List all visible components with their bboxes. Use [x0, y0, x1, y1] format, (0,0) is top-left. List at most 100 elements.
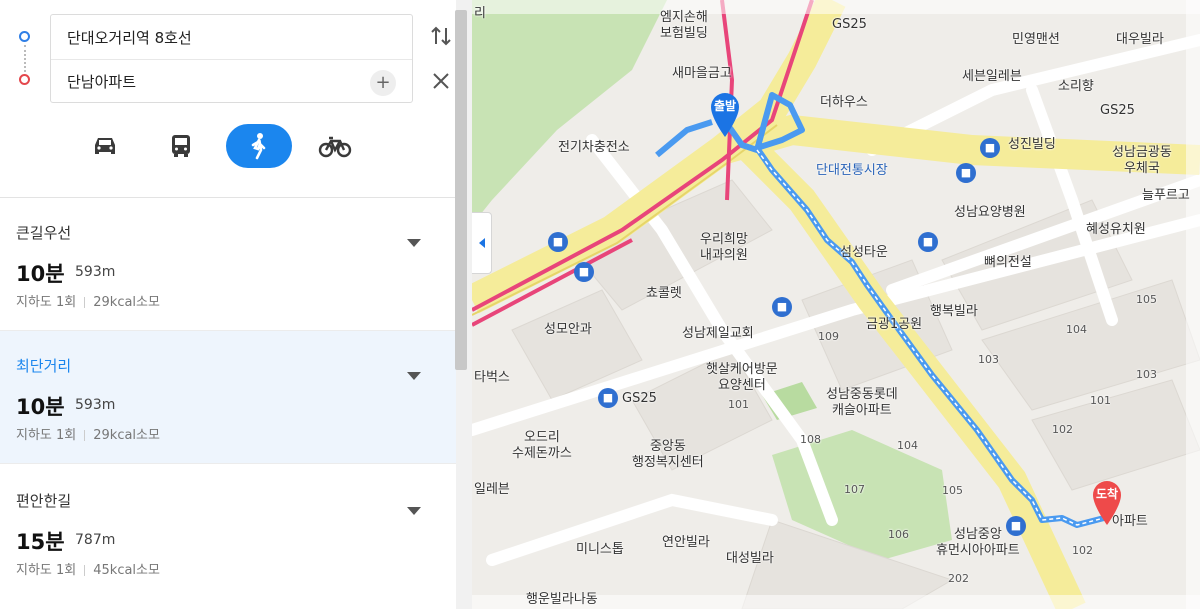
route-option[interactable]: 편안한길 15분 787m 지하도 1회 45kcal소모 — [0, 466, 456, 599]
swap-icon[interactable] — [430, 24, 452, 48]
route-name: 최단거리 — [16, 357, 72, 375]
route-name: 큰길우선 — [16, 224, 72, 242]
route-connector — [24, 45, 26, 72]
end-pin-label: 도착 — [1095, 487, 1119, 501]
route-name: 편안한길 — [16, 492, 72, 510]
destination-input[interactable]: 단남아파트 — [51, 59, 412, 103]
building-number: 104 — [1066, 323, 1087, 336]
car-icon — [95, 138, 115, 154]
poi-label[interactable]: 미니스톱 — [576, 542, 624, 558]
poi-label[interactable]: 뼈의전설 — [984, 255, 1032, 271]
origin-marker-icon — [19, 31, 30, 42]
route-time: 15분 — [16, 530, 65, 554]
route-details: 지하도 1회 45kcal소모 — [16, 559, 160, 578]
poi-label[interactable]: 금광1공원 — [866, 317, 922, 333]
route-time: 10분 — [16, 395, 65, 419]
poi-label[interactable]: 섬성타운 — [840, 245, 888, 261]
directions-app: 단대오거리역 8호선 단남아파트 + 큰길우선 10분 593m 지하도 1회 … — [0, 0, 1200, 609]
walk-mode-button[interactable] — [226, 124, 292, 168]
bus-stop-icon[interactable]: ■ — [772, 297, 792, 317]
poi-label[interactable]: 중앙동 행정복지센터 — [632, 439, 704, 471]
add-waypoint-button[interactable]: + — [370, 70, 396, 96]
poi-label[interactable]: 성남중앙 휴먼시아아파트 — [936, 527, 1020, 559]
poi-label[interactable]: 새마을금고 — [672, 66, 732, 82]
poi-label[interactable]: GS25 — [622, 391, 657, 407]
poi-label[interactable]: GS25 — [832, 17, 867, 33]
building-number: 107 — [844, 483, 865, 496]
building-number: 102 — [1072, 544, 1093, 557]
poi-label[interactable]: 성남중동롯데 캐슬아파트 — [826, 387, 898, 419]
bus-stop-icon[interactable]: ■ — [574, 262, 594, 282]
bus-icon — [172, 135, 190, 157]
building-number: 105 — [942, 484, 963, 497]
origin-input[interactable]: 단대오거리역 8호선 — [51, 15, 412, 59]
poi-label[interactable]: 성진빌딩 — [1008, 137, 1056, 153]
route-underpass: 지하도 1회 — [16, 428, 77, 443]
collapse-panel-button[interactable] — [472, 212, 492, 274]
poi-label[interactable]: 행복빌라 — [930, 304, 978, 320]
route-option[interactable]: 큰길우선 10분 593m 지하도 1회 29kcal소모 — [0, 198, 456, 331]
poi-label[interactable]: 성남제일교회 — [682, 326, 754, 342]
poi-label[interactable]: 우리희망 내과의원 — [700, 232, 748, 264]
poi-label[interactable]: 엠지손해 보험빌딩 — [660, 10, 708, 42]
end-pin[interactable]: 도착 — [1090, 478, 1124, 526]
poi-label[interactable]: 소리향 — [1058, 79, 1094, 95]
scrollbar-thumb[interactable] — [455, 10, 467, 370]
poi-label[interactable]: 오드리 수제돈까스 — [512, 430, 572, 462]
chevron-down-icon[interactable] — [406, 371, 422, 381]
poi-label[interactable]: 타벅스 — [474, 370, 510, 386]
poi-label[interactable]: 햇살케어방문 요양센터 — [706, 362, 778, 394]
map-view[interactable]: ■ ■ ■ ■ ■ ■ ■ ■ 엠지손해 보험빌딩 GS25 민영맨션 대우빌라… — [472, 0, 1200, 609]
poi-label[interactable]: 민영맨션 — [1012, 32, 1060, 48]
poi-label[interactable]: 성모안과 — [544, 322, 592, 338]
poi-label[interactable]: 행운빌라나동 — [526, 592, 598, 608]
poi-label[interactable]: 전기차충전소 — [558, 140, 630, 156]
poi-label[interactable]: 일레븐 — [474, 482, 510, 498]
building-number: 101 — [728, 398, 749, 411]
start-pin-label: 출발 — [713, 99, 737, 113]
walk-icon — [251, 133, 266, 160]
poi-label[interactable]: 대성빌라 — [726, 551, 774, 567]
route-underpass: 지하도 1회 — [16, 295, 77, 310]
route-details: 지하도 1회 29kcal소모 — [16, 291, 160, 310]
route-option[interactable]: 최단거리 10분 593m 지하도 1회 29kcal소모 — [0, 331, 456, 464]
chevron-down-icon[interactable] — [406, 506, 422, 516]
route-calories: 45kcal소모 — [93, 563, 160, 578]
poi-label[interactable]: 혜성유치원 — [1086, 222, 1146, 238]
chevron-down-icon[interactable] — [406, 238, 422, 248]
route-calories: 29kcal소모 — [93, 428, 160, 443]
poi-label[interactable]: 성남금광동 우체국 — [1112, 145, 1172, 177]
bus-stop-icon[interactable]: ■ — [598, 388, 618, 408]
close-icon[interactable] — [430, 70, 452, 92]
route-details: 지하도 1회 29kcal소모 — [16, 424, 160, 443]
route-calories: 29kcal소모 — [93, 295, 160, 310]
poi-label[interactable]: 단대전통시장 — [816, 163, 888, 179]
transit-mode-button[interactable] — [148, 124, 214, 168]
building-number: 101 — [1090, 394, 1111, 407]
poi-label[interactable]: 쵸콜렛 — [646, 286, 682, 302]
poi-label[interactable]: 대우빌라 — [1116, 32, 1164, 48]
poi-label[interactable]: GS25 — [1100, 103, 1135, 119]
bike-mode-button[interactable] — [302, 124, 368, 168]
poi-label[interactable]: 성남요양병원 — [954, 205, 1026, 221]
poi-label[interactable]: 세븐일레븐 — [962, 69, 1022, 85]
bus-stop-icon[interactable]: ■ — [980, 138, 1000, 158]
building-number: 103 — [978, 353, 999, 366]
building-number: 102 — [1052, 423, 1073, 436]
poi-label[interactable]: 늘푸르고 — [1142, 188, 1190, 204]
directions-panel: 단대오거리역 8호선 단남아파트 + 큰길우선 10분 593m 지하도 1회 … — [0, 0, 472, 609]
poi-label[interactable]: 더하우스 — [820, 95, 868, 111]
building-number: 202 — [948, 572, 969, 585]
poi-label[interactable]: 리 — [474, 6, 486, 22]
car-mode-button[interactable] — [72, 124, 138, 168]
bus-stop-icon[interactable]: ■ — [918, 232, 938, 252]
poi-label[interactable]: 연안빌라 — [662, 535, 710, 551]
travel-mode-tabs — [72, 124, 372, 168]
route-options-list: 큰길우선 10분 593m 지하도 1회 29kcal소모 최단거리 10분 59… — [0, 198, 456, 609]
start-pin[interactable]: 출발 — [708, 90, 742, 138]
building-number: 109 — [818, 330, 839, 343]
bus-stop-icon[interactable]: ■ — [956, 163, 976, 183]
bus-stop-icon[interactable]: ■ — [548, 232, 568, 252]
route-distance: 593m — [75, 264, 116, 280]
route-underpass: 지하도 1회 — [16, 563, 77, 578]
